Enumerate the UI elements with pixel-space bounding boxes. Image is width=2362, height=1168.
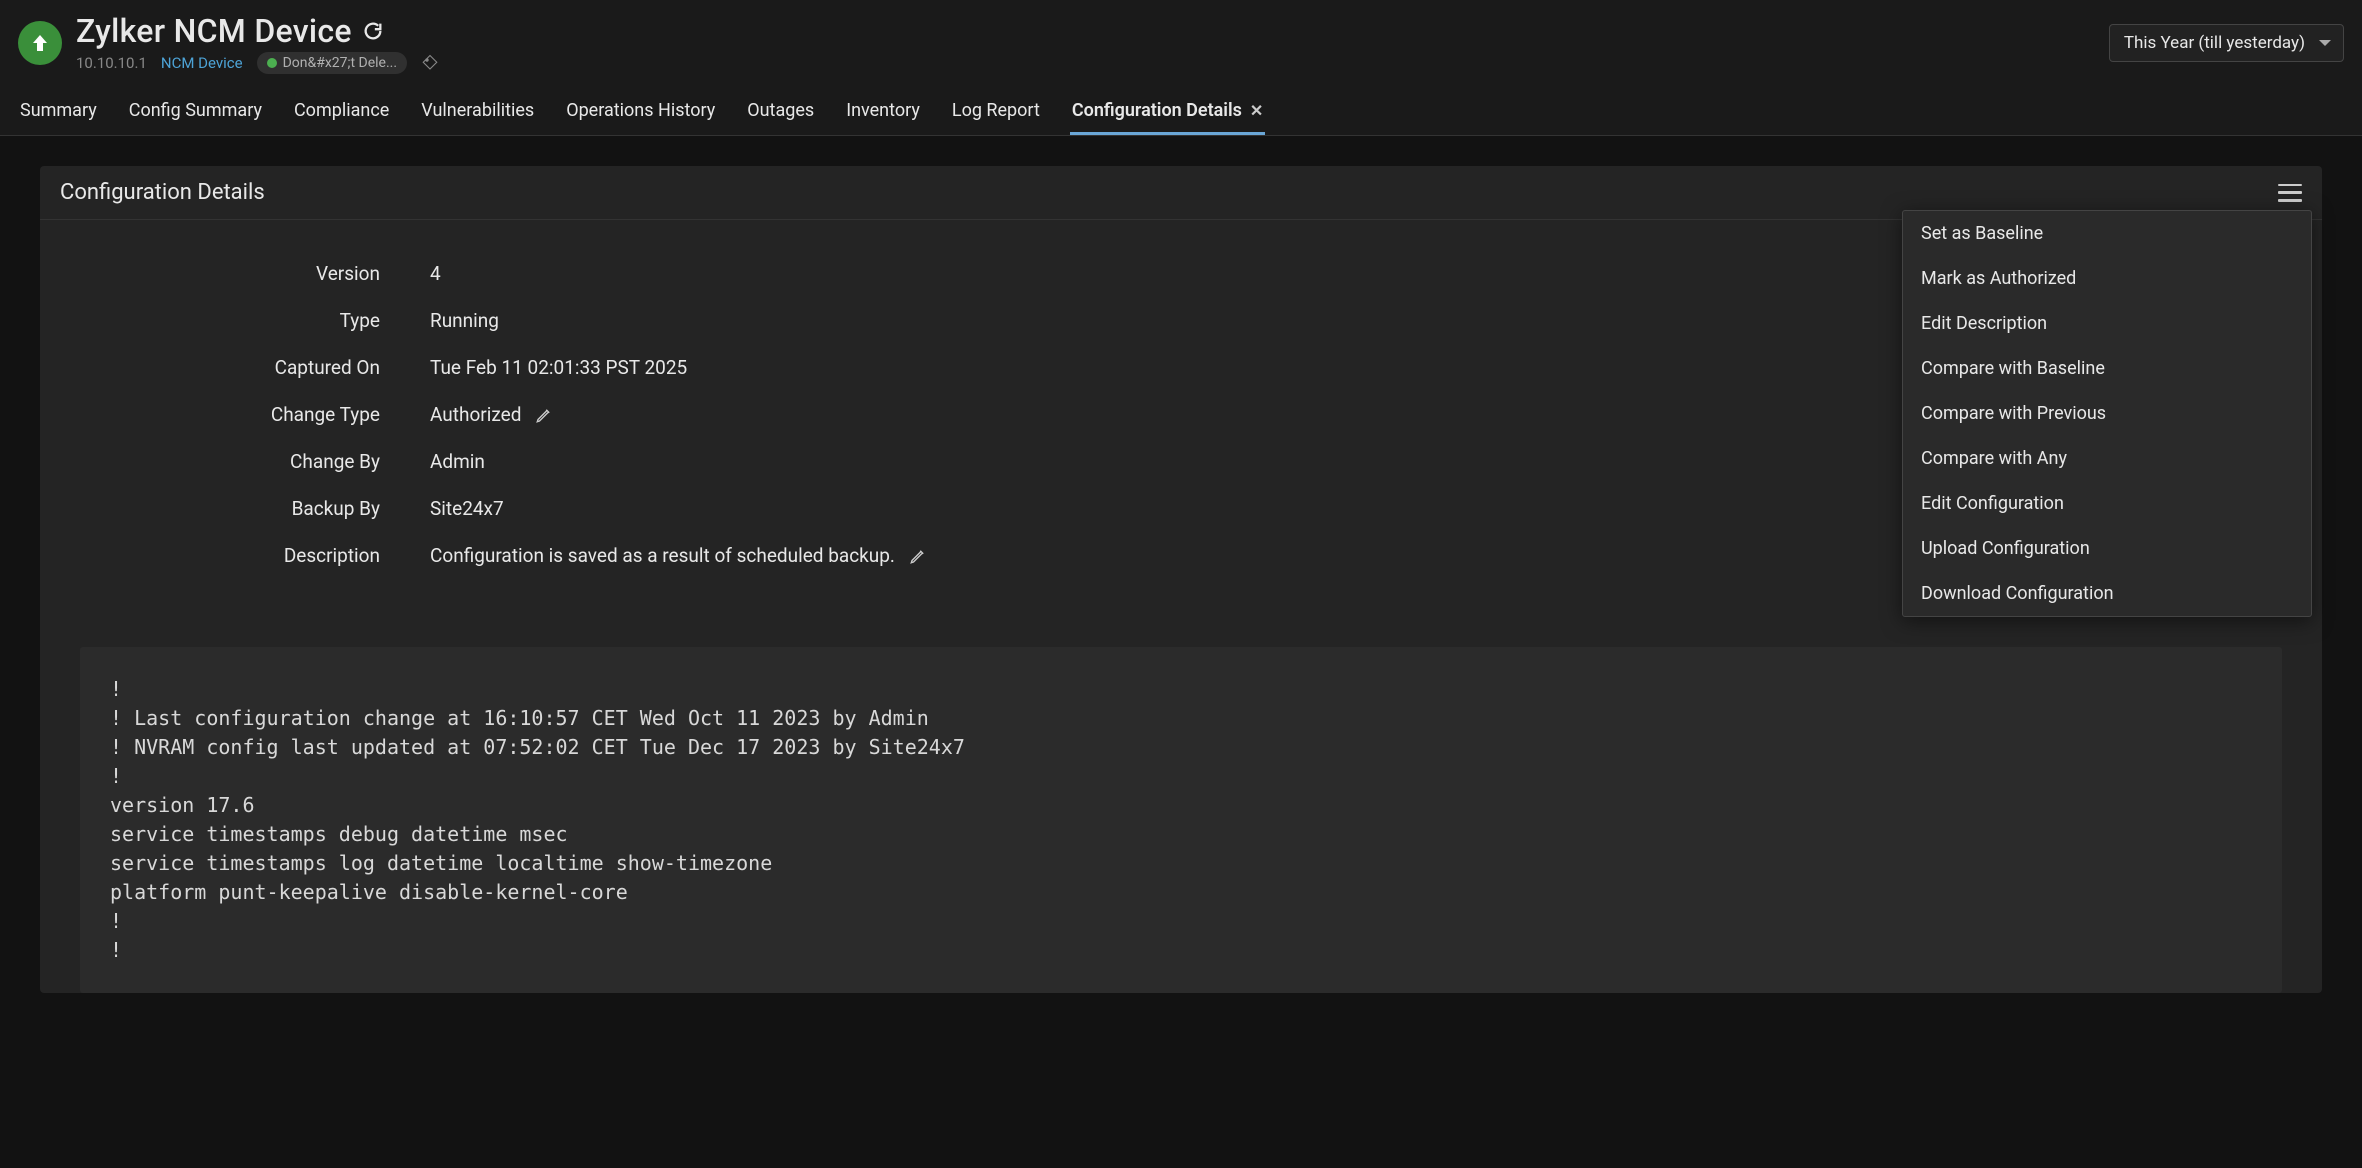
panel-header: Configuration Details Set as Baseline Ma… [40, 166, 2322, 220]
tag-icon[interactable] [421, 54, 439, 72]
label-type: Type [40, 309, 430, 332]
tab-label: Operations History [566, 100, 715, 121]
value-description: Configuration is saved as a result of sc… [430, 544, 895, 567]
page-title: Zylker NCM Device [76, 12, 352, 50]
menu-edit-description[interactable]: Edit Description [1903, 301, 2311, 346]
value-backup-by: Site24x7 [430, 497, 504, 520]
device-ip: 10.10.10.1 [76, 54, 147, 72]
tab-label: Outages [747, 100, 814, 121]
panel-menu-button[interactable] [2278, 184, 2302, 202]
config-details-panel: Configuration Details Set as Baseline Ma… [40, 166, 2322, 993]
device-status-badge [18, 21, 62, 65]
sub-line: 10.10.10.1 NCM Device Don&#x27;t Dele... [76, 52, 2095, 74]
tab-config-summary[interactable]: Config Summary [127, 94, 264, 135]
page-header: Zylker NCM Device 10.10.10.1 NCM Device … [0, 0, 2362, 136]
tab-label: Summary [20, 100, 97, 121]
menu-upload-configuration[interactable]: Upload Configuration [1903, 526, 2311, 571]
main-area: Configuration Details Set as Baseline Ma… [0, 136, 2362, 1168]
close-icon[interactable]: ✕ [1250, 101, 1263, 120]
tab-vulnerabilities[interactable]: Vulnerabilities [419, 94, 536, 135]
period-select[interactable]: This Year (till yesterday) [2109, 24, 2344, 62]
label-backup-by: Backup By [40, 497, 430, 520]
label-change-by: Change By [40, 450, 430, 473]
app-root: Zylker NCM Device 10.10.10.1 NCM Device … [0, 0, 2362, 1168]
menu-compare-baseline[interactable]: Compare with Baseline [1903, 346, 2311, 391]
header-top-row: Zylker NCM Device 10.10.10.1 NCM Device … [18, 12, 2344, 74]
menu-compare-any[interactable]: Compare with Any [1903, 436, 2311, 481]
value-version: 4 [430, 262, 441, 285]
label-captured-on: Captured On [40, 356, 430, 379]
value-change-by: Admin [430, 450, 485, 473]
title-line: Zylker NCM Device [76, 12, 2095, 50]
tab-label: Vulnerabilities [421, 100, 534, 121]
period-label: This Year (till yesterday) [2124, 33, 2305, 53]
pencil-icon[interactable] [909, 547, 927, 565]
tab-label: Log Report [952, 100, 1040, 121]
config-text-block[interactable]: ! ! Last configuration change at 16:10:5… [80, 647, 2282, 993]
panel-title: Configuration Details [60, 180, 265, 205]
label-change-type: Change Type [40, 403, 430, 426]
refresh-icon[interactable] [362, 20, 384, 42]
tag-dot-icon [267, 58, 277, 68]
menu-mark-authorized[interactable]: Mark as Authorized [1903, 256, 2311, 301]
tab-summary[interactable]: Summary [18, 94, 99, 135]
title-block: Zylker NCM Device 10.10.10.1 NCM Device … [76, 12, 2095, 74]
tab-bar: Summary Config Summary Compliance Vulner… [18, 94, 2344, 135]
label-version: Version [40, 262, 430, 285]
tab-compliance[interactable]: Compliance [292, 94, 391, 135]
tag-pill[interactable]: Don&#x27;t Dele... [257, 52, 407, 74]
tab-configuration-details[interactable]: Configuration Details ✕ [1070, 94, 1265, 135]
tab-label: Compliance [294, 100, 389, 121]
menu-set-baseline[interactable]: Set as Baseline [1903, 211, 2311, 256]
label-description: Description [40, 544, 430, 567]
tab-operations-history[interactable]: Operations History [564, 94, 717, 135]
menu-edit-configuration[interactable]: Edit Configuration [1903, 481, 2311, 526]
tab-label: Config Summary [129, 100, 262, 121]
tag-label: Don&#x27;t Dele... [283, 55, 397, 71]
tab-label: Configuration Details [1072, 100, 1242, 121]
tab-label: Inventory [846, 100, 920, 121]
up-arrow-icon [28, 31, 52, 55]
tab-outages[interactable]: Outages [745, 94, 816, 135]
tab-log-report[interactable]: Log Report [950, 94, 1042, 135]
pencil-icon[interactable] [535, 406, 553, 424]
menu-compare-previous[interactable]: Compare with Previous [1903, 391, 2311, 436]
value-change-type: Authorized [430, 403, 521, 426]
panel-action-menu: Set as Baseline Mark as Authorized Edit … [1902, 210, 2312, 617]
device-type-link[interactable]: NCM Device [161, 54, 243, 72]
tab-inventory[interactable]: Inventory [844, 94, 922, 135]
value-type: Running [430, 309, 499, 332]
value-captured-on: Tue Feb 11 02:01:33 PST 2025 [430, 356, 687, 379]
menu-download-configuration[interactable]: Download Configuration [1903, 571, 2311, 616]
